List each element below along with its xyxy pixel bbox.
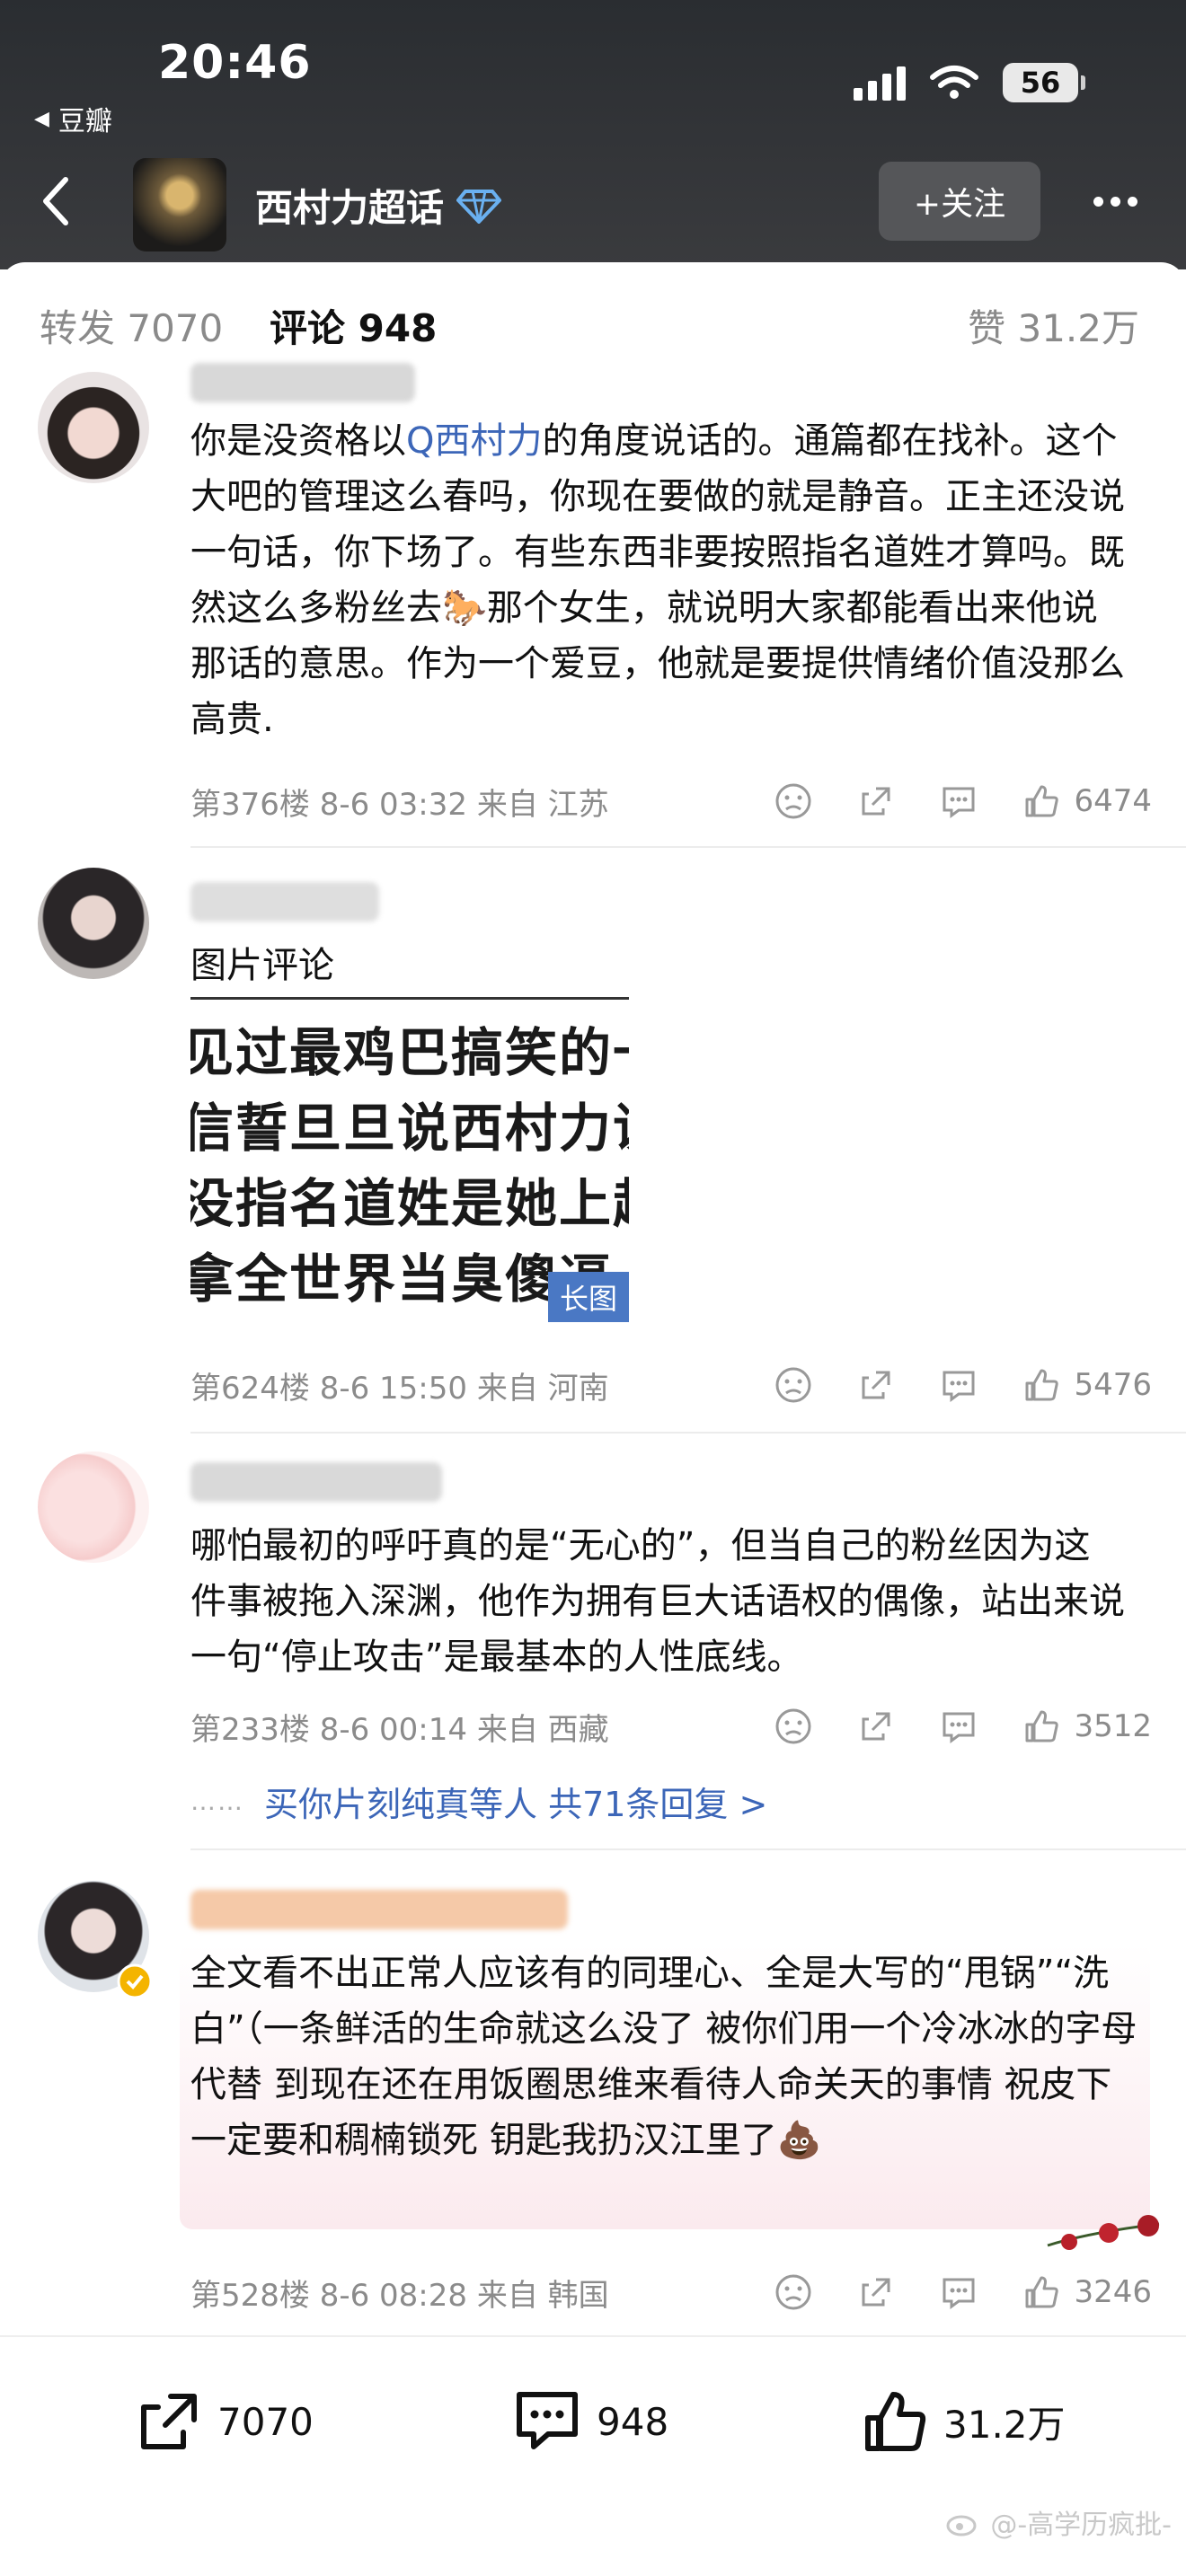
image-text-line: 见过最鸡巴搞笑的一	[190, 1022, 629, 1083]
bottom-action-bar: 7070 948 31.2万 @-高学历疯批-	[0, 2335, 1186, 2576]
reply-bubble-icon[interactable]	[939, 2272, 978, 2312]
page-title-text: 西村力超话	[255, 186, 445, 230]
back-to-app[interactable]: ◀ 豆瓣	[34, 99, 112, 138]
comment-meta: 第376楼 8-6 03:32 来自 江苏 6474	[190, 776, 1152, 826]
topic-link[interactable]: Q西村力	[406, 420, 542, 462]
comment-count: 948	[597, 2399, 669, 2444]
share-icon[interactable]	[856, 1365, 896, 1405]
tab-bar: 转发 7070 评论 948 赞 31.2万	[0, 262, 1186, 379]
like-count-total: 31.2万	[943, 2402, 1066, 2447]
thumbs-up-icon	[1025, 785, 1059, 817]
image-text-line: 信誓旦旦说西村力说	[190, 1098, 629, 1159]
username-blurred[interactable]	[190, 1462, 442, 1502]
rose-decoration-icon	[1047, 2215, 1160, 2250]
image-text-line: 没指名道姓是她上赶	[190, 1173, 629, 1234]
diamond-icon	[456, 189, 502, 224]
avatar[interactable]	[38, 372, 149, 483]
verified-badge-icon	[117, 1963, 153, 1999]
weibo-logo-icon	[946, 2515, 977, 2536]
page-title[interactable]: 西村力超话	[255, 178, 502, 233]
like-button[interactable]: 5476	[1022, 1365, 1152, 1405]
thumbs-up-icon	[1025, 2276, 1059, 2308]
reply-bubble-icon[interactable]	[939, 1707, 978, 1746]
long-image-badge: 长图	[548, 1272, 629, 1322]
tab-comment[interactable]: 评论 948	[270, 298, 437, 353]
dislike-face-icon[interactable]	[774, 1707, 813, 1746]
more-options-icon[interactable]	[1084, 180, 1146, 223]
reply-summary: 买你片刻纯真等人 共71条回复 >	[264, 1785, 768, 1824]
back-triangle-icon: ◀	[34, 107, 49, 130]
comment-info: 第376楼 8-6 03:32 来自 江苏	[190, 786, 609, 823]
watermark-text: @-高学历疯批-	[990, 2510, 1172, 2541]
comment-meta: 第233楼 8-6 00:14 来自 西藏 3512	[190, 1701, 1152, 1751]
like-count: 3512	[1074, 1708, 1152, 1744]
signal-icon	[854, 65, 906, 101]
share-icon[interactable]	[856, 2272, 896, 2312]
like-count: 3246	[1074, 2274, 1152, 2310]
like-button[interactable]: 6474	[1022, 781, 1152, 821]
repost-count: 7070	[217, 2399, 314, 2444]
repost-button[interactable]: 7070	[135, 2387, 314, 2456]
comment-image[interactable]: 见过最鸡巴搞笑的一 信誓旦旦说西村力说 没指名道姓是她上赶 拿全世界当臭傻逼 长…	[190, 997, 629, 1322]
comment-text: 你是没资格以Q西村力的角度说话的。通篇都在找补。这个大吧的管理这么春吗，你现在要…	[190, 420, 1125, 740]
comment-text: 全文看不出正常人应该有的同理心、全是大写的“甩锅”“洗白”（一条鲜活的生命就这么…	[190, 1953, 1137, 2161]
share-icon[interactable]	[856, 1707, 896, 1746]
username-blurred[interactable]	[190, 1890, 568, 1929]
comment-text: 哪怕最初的呼吁真的是“无心的”，但当自己的粉丝因为这件事被拖入深渊，他作为拥有巨…	[190, 1525, 1125, 1678]
like-post-button[interactable]: 31.2万	[861, 2387, 1066, 2456]
tab-repost[interactable]: 转发 7070	[40, 298, 223, 353]
divider	[190, 1848, 1186, 1850]
username-blurred[interactable]	[190, 363, 415, 402]
thumbs-up-icon	[1025, 1710, 1059, 1742]
dislike-face-icon[interactable]	[774, 2272, 813, 2312]
comment-bubble-icon	[517, 2392, 578, 2449]
follow-button[interactable]: +关注	[879, 162, 1040, 241]
battery-icon: 56	[1003, 63, 1085, 102]
avatar[interactable]	[38, 1451, 149, 1563]
dislike-face-icon[interactable]	[774, 781, 813, 821]
like-button[interactable]: 3246	[1022, 2272, 1152, 2312]
like-button[interactable]: 3512	[1022, 1707, 1152, 1746]
comment-meta: 第528楼 8-6 08:28 来自 韩国 3246	[190, 2267, 1152, 2317]
chevron-left-icon	[43, 177, 68, 225]
comment-info: 第528楼 8-6 08:28 来自 韩国	[190, 2277, 609, 2314]
watermark: @-高学历疯批-	[945, 2502, 1172, 2542]
reply-bubble-icon[interactable]	[939, 1365, 978, 1405]
thumbs-up-icon	[1025, 1369, 1059, 1401]
avatar[interactable]	[38, 868, 149, 979]
view-replies-link[interactable]: …… 买你片刻纯真等人 共71条回复 >	[190, 1777, 767, 1826]
like-count: 5476	[1074, 1367, 1152, 1403]
username-blurred[interactable]	[190, 882, 379, 922]
back-button[interactable]	[29, 169, 83, 234]
thumbs-up-icon	[865, 2392, 926, 2451]
comment-info: 第624楼 8-6 15:50 来自 河南	[190, 1370, 609, 1407]
status-icons: 56	[854, 63, 1085, 102]
dislike-face-icon[interactable]	[774, 1365, 813, 1405]
reply-bubble-icon[interactable]	[939, 781, 978, 821]
repost-icon	[141, 2394, 197, 2449]
comment-info: 第233楼 8-6 00:14 来自 西藏	[190, 1711, 609, 1748]
dots-icon: ……	[190, 1786, 244, 1816]
status-time: 20:46	[158, 36, 312, 90]
like-count: 6474	[1074, 783, 1152, 819]
divider	[190, 1432, 1186, 1434]
top-header: 20:46 ◀ 豆瓣 56 西村力超话 +关注	[0, 0, 1186, 269]
share-icon[interactable]	[856, 781, 896, 821]
back-app-label: 豆瓣	[58, 106, 112, 137]
image-comment-label: 图片评论	[190, 945, 334, 986]
supertopic-avatar[interactable]	[133, 158, 226, 251]
wifi-icon	[930, 66, 978, 99]
divider	[190, 846, 1186, 848]
tab-like[interactable]: 赞 31.2万	[968, 298, 1139, 353]
comment-button[interactable]: 948	[512, 2387, 668, 2456]
comment-meta: 第624楼 8-6 15:50 来自 河南 5476	[190, 1360, 1152, 1410]
